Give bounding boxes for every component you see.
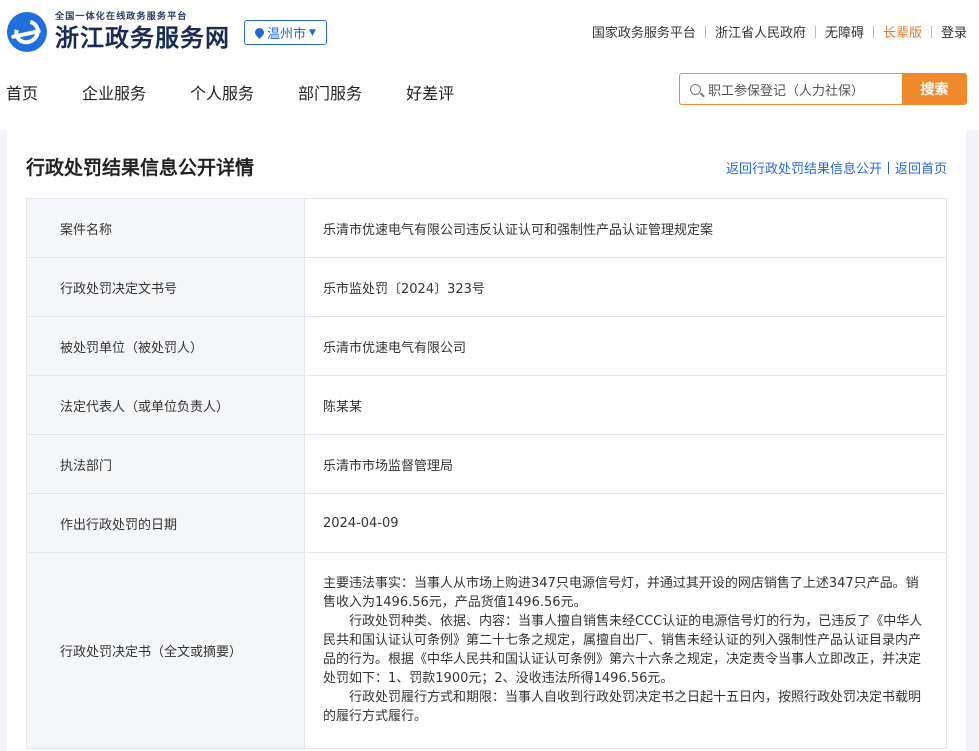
row-value: 乐市监处罚〔2024〕323号	[305, 258, 947, 316]
divider	[814, 25, 816, 38]
table-row: 执法部门 乐清市市场监督管理局	[27, 435, 947, 494]
row-label: 法定代表人（或单位负责人）	[27, 376, 305, 434]
nav-department-services[interactable]: 部门服务	[298, 80, 362, 104]
location-pin-icon	[253, 26, 266, 39]
table-row: 案件名称 乐清市优速电气有限公司违反认证认可和强制性产品认证管理规定案	[27, 199, 947, 258]
logo-icon	[7, 12, 47, 52]
top-links: 国家政务服务平台 浙江省人民政府 无障碍 长辈版 登录	[592, 22, 967, 41]
row-label: 被处罚单位（被处罚人）	[27, 317, 305, 375]
row-label: 执法部门	[27, 435, 305, 493]
top-header: 全国一体化在线政务服务平台 浙江政务服务网 温州市 ▼ 国家政务服务平台 浙江省…	[0, 0, 979, 130]
link-elder-mode[interactable]: 长辈版	[883, 22, 922, 41]
divider	[872, 25, 874, 38]
decision-paragraph: 行政处罚种类、依据、内容：当事人擅自销售未经CCC认证的电源信号灯的行为，已违反…	[323, 614, 923, 686]
detail-card: 行政处罚结果信息公开详情 返回行政处罚结果信息公开 返回首页 案件名称 乐清市优…	[7, 130, 966, 751]
divider	[704, 25, 706, 38]
table-row: 作出行政处罚的日期 2024-04-09	[27, 494, 947, 553]
decision-text: 主要违法事实：当事人从市场上购进347只电源信号灯，并通过其开设的网店销售了上述…	[305, 553, 947, 748]
table-row: 法定代表人（或单位负责人） 陈某某	[27, 376, 947, 435]
row-value: 乐清市优速电气有限公司违反认证认可和强制性产品认证管理规定案	[305, 199, 947, 257]
search-icon	[690, 83, 701, 95]
divider	[887, 161, 889, 174]
decision-paragraph: 行政处罚履行方式和期限：当事人自收到行政处罚决定书之日起十五日内，按照行政处罚决…	[323, 690, 922, 724]
caret-down-icon: ▼	[309, 27, 316, 38]
table-row: 被处罚单位（被处罚人） 乐清市优速电气有限公司	[27, 317, 947, 376]
site-logo[interactable]: 全国一体化在线政务服务平台 浙江政务服务网	[7, 11, 230, 53]
city-selector[interactable]: 温州市 ▼	[244, 20, 327, 45]
divider	[930, 25, 932, 38]
nav-personal-services[interactable]: 个人服务	[190, 80, 254, 104]
search-button[interactable]: 搜索	[902, 73, 967, 105]
table-row: 行政处罚决定文书号 乐市监处罚〔2024〕323号	[27, 258, 947, 317]
link-provincial-government[interactable]: 浙江省人民政府	[715, 22, 806, 41]
card-links: 返回行政处罚结果信息公开 返回首页	[726, 158, 947, 177]
search-placeholder: 职工参保登记（人力社保）	[708, 83, 865, 99]
search-input[interactable]: 职工参保登记（人力社保）	[679, 73, 902, 105]
row-label: 行政处罚决定文书号	[27, 258, 305, 316]
nav-feedback[interactable]: 好差评	[406, 80, 454, 104]
detail-table: 案件名称 乐清市优速电气有限公司违反认证认可和强制性产品认证管理规定案 行政处罚…	[26, 198, 947, 749]
link-login[interactable]: 登录	[941, 22, 967, 41]
row-value: 2024-04-09	[305, 494, 947, 552]
row-label: 作出行政处罚的日期	[27, 494, 305, 552]
back-to-list-link[interactable]: 返回行政处罚结果信息公开	[726, 158, 882, 177]
nav-home[interactable]: 首页	[6, 80, 38, 104]
row-value: 陈某某	[305, 376, 947, 434]
link-national-platform[interactable]: 国家政务服务平台	[592, 22, 696, 41]
logo-subtitle: 全国一体化在线政务服务平台	[55, 12, 188, 22]
logo-title: 浙江政务服务网	[55, 23, 230, 52]
row-value: 乐清市优速电气有限公司	[305, 317, 947, 375]
row-label: 行政处罚决定书（全文或摘要）	[27, 553, 305, 748]
nav-enterprise-services[interactable]: 企业服务	[82, 80, 146, 104]
row-value: 乐清市市场监督管理局	[305, 435, 947, 493]
link-accessibility[interactable]: 无障碍	[825, 22, 864, 41]
search-bar: 职工参保登记（人力社保） 搜索	[679, 73, 967, 105]
page-title: 行政处罚结果信息公开详情	[26, 157, 255, 179]
main-nav: 首页 企业服务 个人服务 部门服务 好差评	[6, 80, 498, 104]
city-label: 温州市	[267, 27, 307, 42]
table-row: 行政处罚决定书（全文或摘要） 主要违法事实：当事人从市场上购进347只电源信号灯…	[27, 553, 947, 749]
row-label: 案件名称	[27, 199, 305, 257]
back-home-link[interactable]: 返回首页	[895, 158, 947, 177]
decision-paragraph: 主要违法事实：当事人从市场上购进347只电源信号灯，并通过其开设的网店销售了上述…	[323, 576, 919, 610]
